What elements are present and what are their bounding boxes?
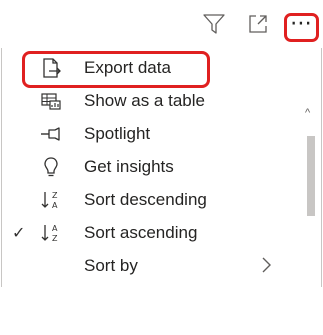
menu-item-get-insights[interactable]: Get insights (2, 151, 298, 183)
sort-ascending-icon: A Z (39, 221, 63, 245)
svg-text:Z: Z (52, 191, 58, 200)
scroll-thumb[interactable] (307, 136, 315, 216)
menu-item-label: Sort descending (84, 190, 207, 209)
chevron-right-icon (260, 256, 272, 279)
filter-icon[interactable] (200, 10, 228, 38)
menu-item-label: Get insights (84, 157, 174, 176)
show-as-table-icon (39, 89, 63, 113)
svg-text:A: A (52, 224, 58, 233)
more-options-button[interactable]: ⋯ (284, 10, 319, 42)
menu-item-label: Sort by (84, 256, 138, 275)
lightbulb-icon (39, 155, 63, 179)
menu-item-label: Sort ascending (84, 223, 198, 242)
svg-text:Z: Z (52, 234, 58, 243)
sort-descending-icon: Z A (39, 188, 63, 212)
menu-item-spotlight[interactable]: Spotlight (2, 118, 298, 150)
export-data-highlight (22, 51, 210, 88)
focus-mode-icon[interactable] (244, 10, 272, 38)
visual-header: ⋯ (0, 0, 323, 48)
menu-item-show-as-table[interactable]: Show as a table (2, 85, 298, 117)
scroll-up-icon[interactable]: ^ (305, 107, 310, 119)
menu-item-label: Spotlight (84, 124, 151, 143)
svg-text:A: A (52, 201, 58, 210)
menu-item-sort-descending[interactable]: Z A Sort descending (2, 184, 298, 216)
checkmark-icon: ✓ (12, 225, 26, 242)
more-options-icon: ⋯ (290, 10, 313, 35)
menu-item-label: Show as a table (84, 91, 205, 110)
spotlight-icon (39, 122, 63, 146)
menu-item-sort-by[interactable]: Sort by (2, 250, 298, 282)
menu-scrollbar[interactable]: ^ (300, 100, 322, 335)
menu-item-sort-ascending[interactable]: ✓ A Z Sort ascending (2, 217, 298, 249)
